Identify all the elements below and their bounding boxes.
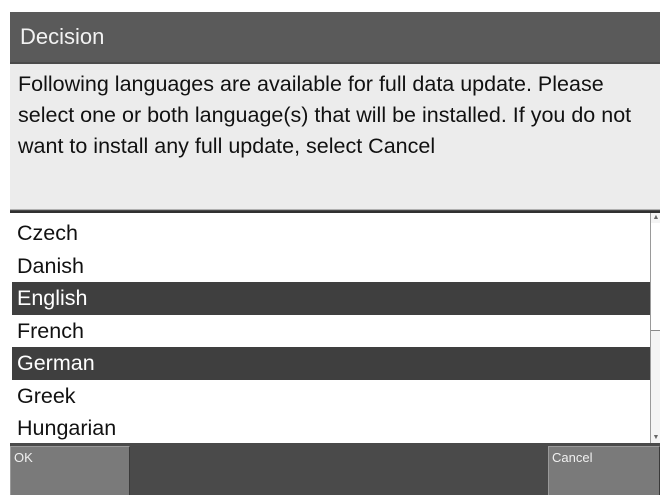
- language-item-czech[interactable]: Czech: [12, 217, 650, 250]
- dialog-title: Decision: [10, 12, 660, 62]
- language-item-danish[interactable]: Danish: [12, 250, 650, 283]
- language-list[interactable]: Czech Danish English French German Greek…: [10, 211, 660, 443]
- language-item-french[interactable]: French: [12, 315, 650, 348]
- list-scrollbar[interactable]: ▲ ▼: [650, 213, 660, 443]
- button-bar: OK Cancel: [10, 443, 660, 495]
- ok-button[interactable]: OK: [10, 446, 130, 495]
- language-item-greek[interactable]: Greek: [12, 380, 650, 413]
- scroll-up-arrow-icon[interactable]: ▲: [652, 213, 660, 223]
- language-item-german[interactable]: German: [12, 347, 650, 380]
- decision-dialog: Decision Following languages are availab…: [10, 12, 660, 495]
- language-list-items: Czech Danish English French German Greek…: [10, 217, 650, 445]
- language-item-hungarian[interactable]: Hungarian: [12, 412, 650, 445]
- language-item-english[interactable]: English: [12, 282, 650, 315]
- cancel-button[interactable]: Cancel: [548, 446, 660, 495]
- scroll-thumb[interactable]: [651, 223, 660, 331]
- scroll-down-arrow-icon[interactable]: ▼: [652, 433, 660, 443]
- dialog-message: Following languages are available for fu…: [10, 64, 660, 210]
